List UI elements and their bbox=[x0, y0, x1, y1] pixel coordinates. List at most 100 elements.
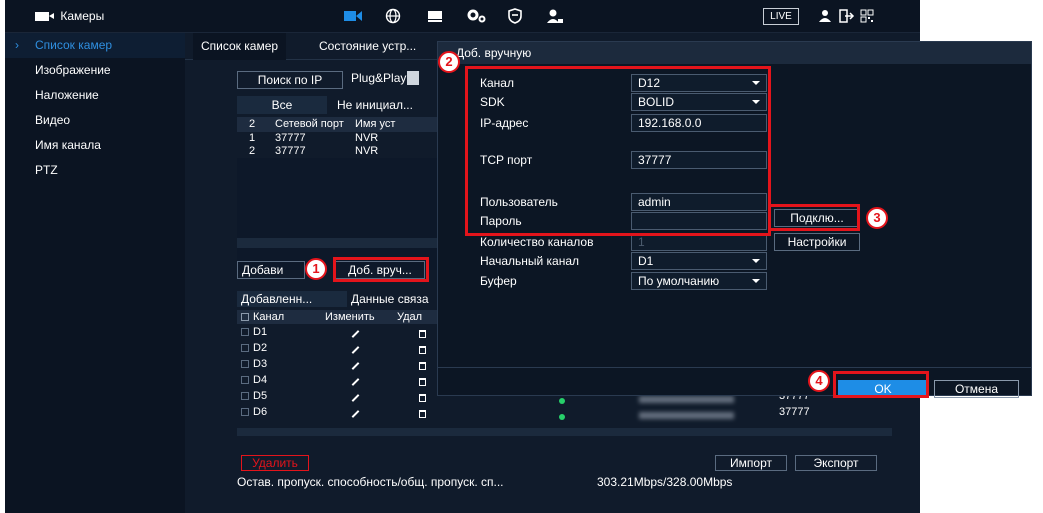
import-button[interactable]: Импорт bbox=[715, 455, 787, 471]
sidebar-item-overlay[interactable]: Наложение bbox=[5, 83, 185, 108]
start-channel-select[interactable]: D1 bbox=[631, 252, 767, 270]
network-icon[interactable] bbox=[383, 8, 403, 24]
sdk-value: BOLID bbox=[638, 95, 675, 109]
ok-label: OK bbox=[874, 382, 892, 396]
sidebar-item-image[interactable]: Изображение bbox=[5, 58, 185, 83]
brand[interactable]: Камеры bbox=[35, 9, 104, 23]
manual-add-label: Доб. вруч... bbox=[348, 263, 412, 277]
cancel-button[interactable]: Отмена bbox=[934, 380, 1019, 398]
edit-icon[interactable] bbox=[351, 356, 360, 372]
table-cell: 2 bbox=[249, 145, 256, 157]
sidebar-item-label: Изображение bbox=[35, 63, 111, 77]
edit-icon[interactable] bbox=[351, 324, 360, 340]
cancel-label: Отмена bbox=[954, 382, 999, 396]
dialog-title: Доб. вручную bbox=[438, 42, 1031, 64]
filter-uninit-tab[interactable]: Не инициал... bbox=[337, 96, 413, 114]
tcp-port-input[interactable]: 37777 bbox=[631, 151, 767, 169]
settings-label: Настройки bbox=[787, 235, 847, 249]
sdk-select[interactable]: BOLID bbox=[631, 93, 767, 111]
link-data-tab[interactable]: Данные связа bbox=[351, 291, 429, 307]
edit-icon[interactable] bbox=[351, 404, 360, 420]
added-devices-label: Добавленн... bbox=[241, 292, 313, 306]
delete-button[interactable]: Удалить bbox=[241, 455, 309, 471]
search-ip-button[interactable]: Поиск по IP bbox=[237, 71, 343, 89]
filter-all-tab[interactable]: Все bbox=[237, 96, 327, 114]
plug-play-toggle[interactable] bbox=[407, 71, 419, 85]
add-button[interactable]: Добави bbox=[237, 261, 305, 279]
channel-cell: D4 bbox=[253, 374, 268, 386]
horizontal-scrollbar-bottom[interactable] bbox=[237, 428, 892, 436]
select-all-checkbox[interactable] bbox=[241, 313, 249, 321]
bandwidth-value: 303.21Mbps/328.00Mbps bbox=[597, 475, 733, 489]
connect-label: Подклю... bbox=[790, 211, 844, 225]
row-checkbox[interactable] bbox=[241, 360, 249, 368]
buffer-value: По умолчанию bbox=[638, 274, 720, 288]
row-checkbox[interactable] bbox=[241, 328, 249, 336]
row-checkbox[interactable] bbox=[241, 408, 249, 416]
port-cell: 37777 bbox=[779, 406, 810, 418]
channel-label: Канал bbox=[480, 76, 514, 90]
tcp-port-label: TCP порт bbox=[480, 153, 533, 167]
camera-icon[interactable] bbox=[343, 8, 363, 24]
table-cell: NVR bbox=[355, 132, 379, 144]
buffer-select[interactable]: По умолчанию bbox=[631, 272, 767, 290]
qr-icon[interactable] bbox=[857, 8, 877, 24]
connect-button[interactable]: Подклю... bbox=[774, 209, 860, 227]
row-checkbox[interactable] bbox=[241, 376, 249, 384]
start-channel-label: Начальный канал bbox=[480, 254, 580, 268]
sidebar-item-video[interactable]: Видео bbox=[5, 108, 185, 133]
storage-icon[interactable] bbox=[425, 8, 445, 24]
edit-icon[interactable] bbox=[351, 388, 360, 404]
user-input[interactable]: admin bbox=[631, 193, 767, 211]
added-devices-tab[interactable]: Добавленн... bbox=[237, 291, 347, 307]
row-checkbox[interactable] bbox=[241, 392, 249, 400]
password-input[interactable] bbox=[631, 212, 767, 230]
tab-camera-list[interactable]: Список камер bbox=[193, 33, 287, 60]
header-cell: Изменить bbox=[325, 311, 375, 323]
tab-device-status[interactable]: Состояние устр... bbox=[311, 33, 424, 60]
live-label: LIVE bbox=[770, 11, 792, 22]
ok-button[interactable]: OK bbox=[838, 380, 928, 398]
channel-value: D12 bbox=[638, 76, 661, 90]
top-bar: Камеры LIVE bbox=[5, 0, 920, 33]
manual-add-button[interactable]: Доб. вруч... bbox=[335, 261, 425, 279]
channel-select[interactable]: D12 bbox=[631, 74, 767, 92]
camera-menu-icon bbox=[35, 12, 54, 21]
channel-cell: D5 bbox=[253, 390, 268, 402]
delete-label: Удалить bbox=[252, 456, 298, 470]
user-label: Пользователь bbox=[480, 195, 558, 209]
ip-input[interactable]: 192.168.0.0 bbox=[631, 114, 767, 132]
live-button[interactable]: LIVE bbox=[763, 8, 799, 25]
settings-button[interactable]: Настройки bbox=[774, 233, 860, 251]
row-checkbox[interactable] bbox=[241, 344, 249, 352]
search-ip-label: Поиск по IP bbox=[257, 73, 323, 87]
header-cell: Имя уст bbox=[355, 118, 396, 130]
edit-icon[interactable] bbox=[351, 372, 360, 388]
plug-play-label: Plug&Play bbox=[351, 71, 407, 85]
logout-icon[interactable] bbox=[837, 8, 857, 24]
table-row[interactable]: 2 37777 NVR bbox=[237, 145, 442, 158]
table-row[interactable]: 1 37777 NVR bbox=[237, 132, 442, 145]
export-button[interactable]: Экспорт bbox=[795, 455, 877, 471]
security-icon[interactable] bbox=[505, 8, 525, 24]
account-icon[interactable] bbox=[545, 8, 565, 24]
settings-icon[interactable] bbox=[467, 8, 487, 24]
sidebar-item-channel-name[interactable]: Имя канала bbox=[5, 133, 185, 158]
edit-icon[interactable] bbox=[351, 340, 360, 356]
user-icon[interactable] bbox=[815, 8, 835, 24]
step-badge-4: 4 bbox=[808, 370, 830, 392]
table-row[interactable]: D6 37777 bbox=[237, 404, 892, 420]
channels-count-input[interactable]: 1 bbox=[631, 233, 767, 251]
sidebar-item-ptz[interactable]: PTZ bbox=[5, 158, 185, 183]
horizontal-scrollbar[interactable] bbox=[237, 238, 442, 248]
status-icon bbox=[559, 409, 565, 425]
table-cell: 37777 bbox=[275, 132, 306, 144]
sidebar: Список камер Изображение Наложение Видео… bbox=[5, 33, 185, 513]
step-badge-1: 1 bbox=[305, 258, 327, 280]
ip-redacted bbox=[639, 408, 734, 424]
header-cell: Удал bbox=[397, 311, 423, 323]
trash-icon[interactable] bbox=[419, 407, 426, 423]
tab-label: Состояние устр... bbox=[319, 39, 417, 53]
chevron-down-icon bbox=[752, 100, 760, 104]
sidebar-item-camera-list[interactable]: Список камер bbox=[5, 33, 185, 58]
